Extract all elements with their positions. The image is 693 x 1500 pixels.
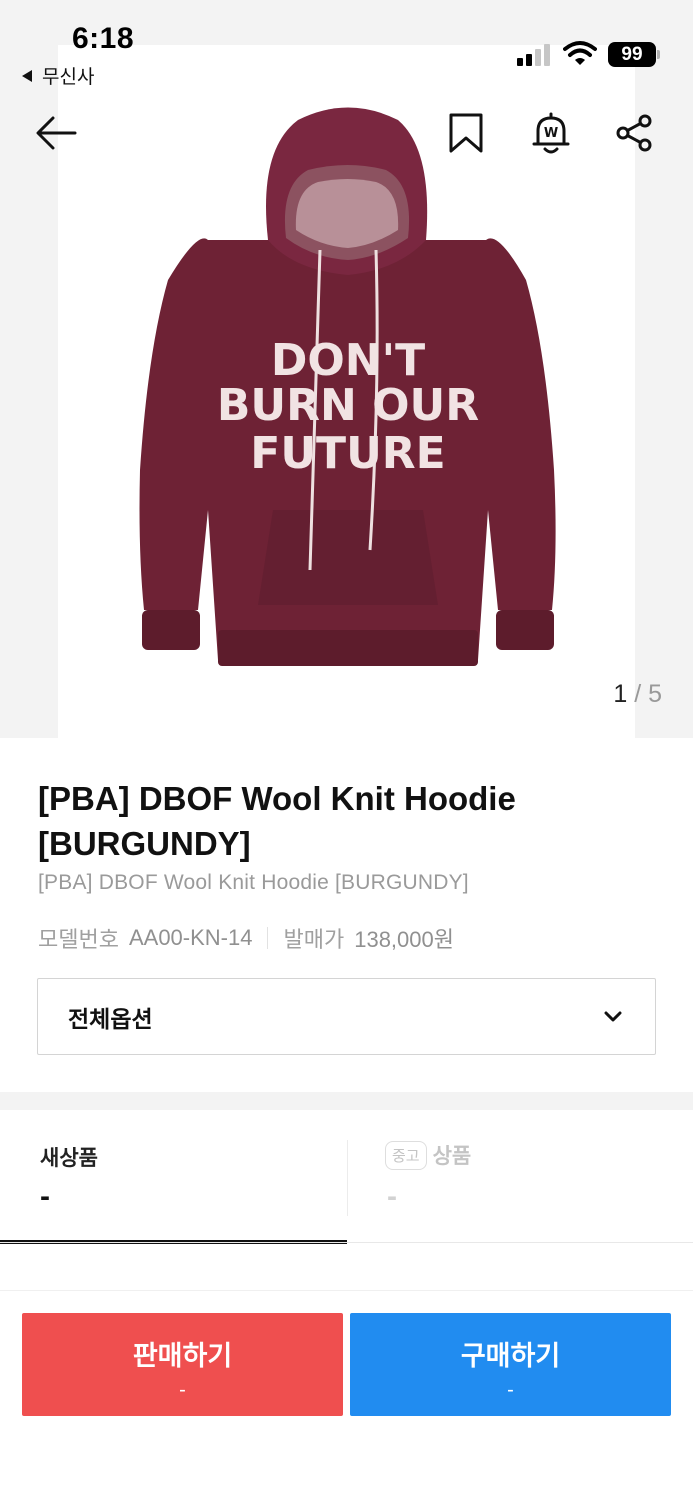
tab-new-price: - [40, 1180, 50, 1213]
buy-button-price: - [507, 1379, 514, 1401]
product-title: [PBA] DBOF Wool Knit Hoodie [BURGUNDY] [38, 780, 516, 862]
tab-used-price: - [387, 1180, 397, 1213]
model-number-value: AA00-KN-14 [128, 925, 253, 950]
arrow-left-icon [36, 116, 77, 150]
bookmark-icon [449, 113, 483, 153]
image-total-count: 5 [648, 680, 662, 708]
bookmark-button[interactable] [443, 110, 489, 156]
sell-button-price: - [179, 1379, 186, 1401]
tab-used-label: 상품 [432, 1145, 472, 1168]
tab-used-product[interactable]: 중고 상품 - [347, 1110, 693, 1244]
chevron-down-icon [604, 1011, 622, 1021]
section-divider [0, 1092, 693, 1110]
share-button[interactable] [611, 110, 657, 156]
image-page-counter: 1 / 5 [613, 680, 662, 709]
release-price-label: 발매가 [283, 927, 345, 952]
status-time: 6:18 [72, 22, 135, 55]
svg-text:BURN OUR: BURN OUR [217, 380, 479, 431]
back-to-app-link[interactable]: 무신사 [22, 62, 94, 89]
buy-button[interactable]: 구매하기 - [350, 1313, 671, 1416]
meta-divider [267, 927, 269, 949]
size-option-select[interactable]: 전체옵션 [37, 978, 656, 1055]
cellular-signal-icon [517, 44, 550, 66]
product-meta: 모델번호 AA00-KN-14 발매가 138,000원 [38, 922, 454, 954]
condition-tabs: 새상품 - 중고 상품 - [0, 1110, 693, 1244]
svg-text:DON'T: DON'T [271, 335, 425, 386]
back-button[interactable] [33, 110, 79, 156]
back-triangle-icon [22, 69, 32, 82]
image-counter-separator: / [634, 680, 642, 708]
tab-new-label: 새상품 [40, 1147, 98, 1170]
svg-text:FUTURE: FUTURE [250, 428, 445, 479]
tabs-bottom-border [0, 1242, 693, 1243]
price-alert-button[interactable]: W [528, 110, 574, 156]
bottom-action-bar: 판매하기 - 구매하기 - [0, 1290, 693, 1500]
used-badge: 중고 [385, 1140, 427, 1170]
battery-indicator: 99 [608, 42, 660, 67]
product-image-gallery[interactable]: DON'T BURN OUR FUTURE 1 / 5 [0, 0, 693, 738]
sell-button[interactable]: 판매하기 - [22, 1313, 343, 1416]
back-app-label: 무신사 [42, 67, 95, 88]
release-price-value: 138,000원 [354, 927, 454, 952]
product-subtitle: [PBA] DBOF Wool Knit Hoodie [BURGUNDY] [38, 871, 469, 894]
option-select-label: 전체옵션 [68, 1005, 153, 1032]
svg-text:W: W [544, 126, 558, 141]
model-number-label: 모델번호 [38, 927, 119, 952]
buy-button-label: 구매하기 [460, 1341, 561, 1371]
share-icon [616, 114, 652, 152]
product-image: DON'T BURN OUR FUTURE [139, 107, 556, 666]
image-current-index: 1 [613, 680, 628, 708]
wifi-icon [563, 41, 597, 65]
price-alert-bell-icon: W [532, 112, 570, 154]
sell-button-label: 판매하기 [132, 1341, 233, 1371]
status-bar: 6:18 무신사 99 [0, 0, 693, 100]
tab-new-product[interactable]: 새상품 - [0, 1110, 347, 1244]
